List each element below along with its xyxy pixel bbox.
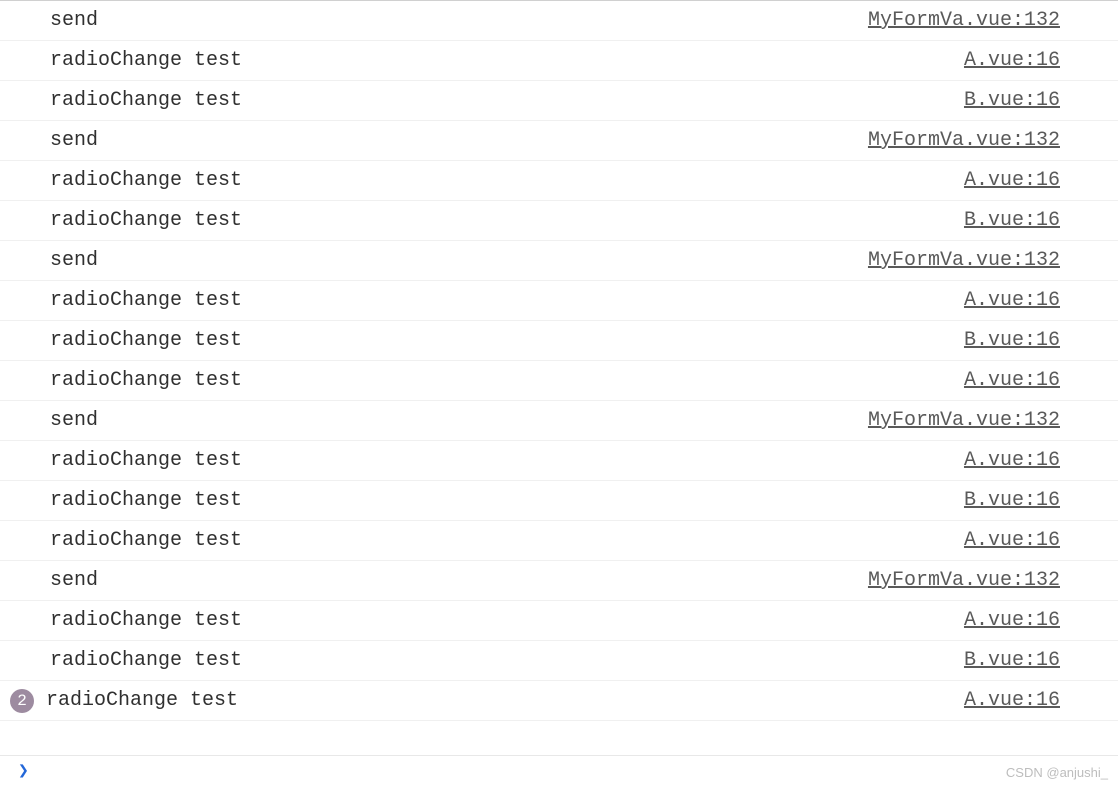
log-message: radioChange test	[20, 489, 242, 512]
log-row: radioChange test A.vue:16	[0, 521, 1118, 561]
prompt-chevron-icon: ❯	[18, 760, 29, 782]
log-source-link[interactable]: B.vue:16	[964, 489, 1110, 512]
log-left: send	[20, 9, 98, 32]
log-message: radioChange test	[20, 89, 242, 112]
log-message: send	[20, 9, 98, 32]
console-prompt-row[interactable]: ❯	[0, 755, 1118, 786]
log-row: radioChange test A.vue:16	[0, 41, 1118, 81]
log-row: radioChange test B.vue:16	[0, 641, 1118, 681]
log-left: radioChange test	[20, 289, 242, 312]
log-left: radioChange test	[20, 209, 242, 232]
log-left: radioChange test	[20, 649, 242, 672]
log-row: radioChange test A.vue:16	[0, 361, 1118, 401]
log-left: 2radioChange test	[20, 689, 238, 713]
log-source-link[interactable]: MyFormVa.vue:132	[868, 409, 1110, 432]
log-source-link[interactable]: MyFormVa.vue:132	[868, 249, 1110, 272]
log-source-link[interactable]: A.vue:16	[964, 529, 1110, 552]
log-source-link[interactable]: B.vue:16	[964, 649, 1110, 672]
log-message: send	[20, 569, 98, 592]
log-source-link[interactable]: A.vue:16	[964, 609, 1110, 632]
log-left: radioChange test	[20, 89, 242, 112]
log-source-link[interactable]: A.vue:16	[964, 289, 1110, 312]
log-row: radioChange test A.vue:16	[0, 441, 1118, 481]
log-row: radioChange test B.vue:16	[0, 81, 1118, 121]
log-row: radioChange test A.vue:16	[0, 601, 1118, 641]
log-row: 2radioChange test A.vue:16	[0, 681, 1118, 721]
log-left: send	[20, 409, 98, 432]
log-source-link[interactable]: MyFormVa.vue:132	[868, 129, 1110, 152]
log-source-link[interactable]: B.vue:16	[964, 329, 1110, 352]
log-message: radioChange test	[16, 689, 238, 712]
log-message: radioChange test	[20, 529, 242, 552]
log-left: radioChange test	[20, 609, 242, 632]
log-left: radioChange test	[20, 329, 242, 352]
log-source-link[interactable]: B.vue:16	[964, 89, 1110, 112]
log-message: radioChange test	[20, 369, 242, 392]
log-message: radioChange test	[20, 49, 242, 72]
log-message: radioChange test	[20, 609, 242, 632]
log-row: send MyFormVa.vue:132	[0, 401, 1118, 441]
watermark-text: CSDN @anjushi_	[1006, 765, 1108, 780]
log-left: send	[20, 569, 98, 592]
log-message: send	[20, 409, 98, 432]
log-message: radioChange test	[20, 169, 242, 192]
log-message: radioChange test	[20, 289, 242, 312]
log-message: radioChange test	[20, 209, 242, 232]
log-source-link[interactable]: A.vue:16	[964, 49, 1110, 72]
log-row: radioChange test B.vue:16	[0, 321, 1118, 361]
log-row: send MyFormVa.vue:132	[0, 1, 1118, 41]
log-source-link[interactable]: MyFormVa.vue:132	[868, 9, 1110, 32]
log-left: radioChange test	[20, 449, 242, 472]
log-left: radioChange test	[20, 369, 242, 392]
log-source-link[interactable]: A.vue:16	[964, 449, 1110, 472]
console-output[interactable]: send MyFormVa.vue:132 radioChange test A.vu…	[0, 0, 1118, 755]
log-message: radioChange test	[20, 449, 242, 472]
log-message: send	[20, 249, 98, 272]
log-row: send MyFormVa.vue:132	[0, 241, 1118, 281]
log-row: radioChange test B.vue:16	[0, 201, 1118, 241]
log-left: radioChange test	[20, 529, 242, 552]
log-row: radioChange test A.vue:16	[0, 281, 1118, 321]
log-source-link[interactable]: MyFormVa.vue:132	[868, 569, 1110, 592]
log-left: radioChange test	[20, 489, 242, 512]
log-row: radioChange test A.vue:16	[0, 161, 1118, 201]
log-row: radioChange test B.vue:16	[0, 481, 1118, 521]
log-source-link[interactable]: A.vue:16	[964, 369, 1110, 392]
log-message: send	[20, 129, 98, 152]
log-row: send MyFormVa.vue:132	[0, 561, 1118, 601]
log-left: radioChange test	[20, 169, 242, 192]
log-left: radioChange test	[20, 49, 242, 72]
log-left: send	[20, 129, 98, 152]
log-message: radioChange test	[20, 649, 242, 672]
log-message: radioChange test	[20, 329, 242, 352]
log-source-link[interactable]: B.vue:16	[964, 209, 1110, 232]
log-row: send MyFormVa.vue:132	[0, 121, 1118, 161]
log-left: send	[20, 249, 98, 272]
log-source-link[interactable]: A.vue:16	[964, 169, 1110, 192]
log-source-link[interactable]: A.vue:16	[964, 689, 1110, 712]
